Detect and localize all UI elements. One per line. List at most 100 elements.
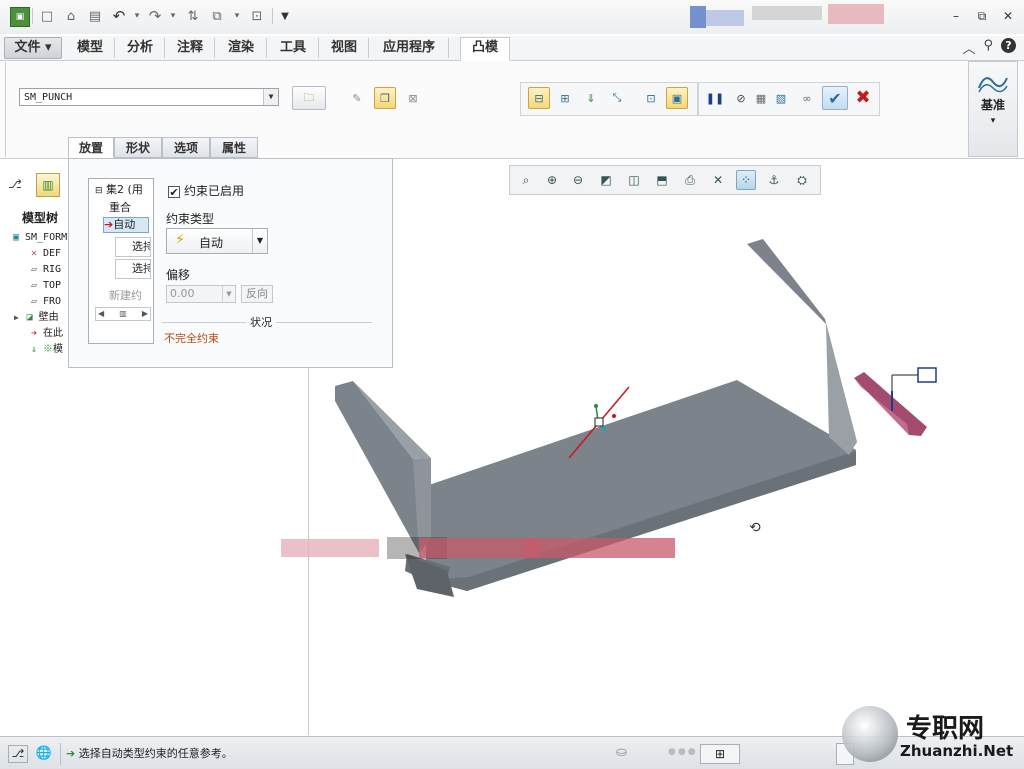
checkbox-checked-icon[interactable]: ✔ [168,185,180,198]
reference-model-select[interactable]: SM_PUNCH ▼ [19,88,279,106]
cancel-button[interactable]: ✖ [852,86,874,108]
tree-toggle-icon[interactable]: ⎇ [8,745,28,763]
restore-icon[interactable]: ⧉ [974,8,990,24]
tab-punch[interactable]: 凸模 [460,37,510,61]
no-preview-icon[interactable]: ⊘ [730,87,752,109]
offset-dropdown-icon[interactable]: ▼ [222,286,235,302]
saved-orientations-icon[interactable]: ⬒ [652,170,672,190]
redo-menu-icon[interactable]: ▾ [164,7,182,25]
close-icon[interactable]: ✕ [1000,8,1016,24]
new-icon[interactable]: □ [38,7,56,25]
tree-item[interactable]: ▶ ◪ 壁由 [14,311,59,325]
edit-model-icon[interactable]: ✎ [346,87,368,109]
tab-view[interactable]: 视图 [320,38,369,58]
undo-icon[interactable]: ↶ [110,7,128,25]
datum-display-icon[interactable]: ✕ [708,170,728,190]
zoom-in-icon[interactable]: ⊕ [542,170,562,190]
dropdown-arrow-icon[interactable]: ▼ [252,229,267,253]
search-icon[interactable]: ⚲ [983,38,993,57]
constraint-name[interactable]: 重合 [109,199,131,215]
tab-tools[interactable]: 工具 [268,38,319,58]
tab-render[interactable]: 渲染 [216,38,267,58]
constraint-enabled-checkbox[interactable]: ✔ 约束已启用 [168,182,244,199]
constraint-set-item[interactable]: ⊟ 集2 (用 [95,181,143,197]
selection-filter-button[interactable]: ⊞ [700,744,740,764]
app-icon[interactable]: ▣ [10,7,30,27]
zoom-out-icon[interactable]: ⊖ [568,170,588,190]
component-drag-icon[interactable]: ⁘ [736,170,756,190]
open-folder-button[interactable]: 🗀 [292,86,326,110]
minimize-ribbon-icon[interactable]: ︿ [962,38,975,57]
regenerate-icon[interactable]: ⇅ [184,7,202,25]
annotation-display-icon[interactable]: ⛭ [792,170,812,190]
tree-item[interactable]: ▱ RIG [28,263,61,277]
undo-menu-icon[interactable]: ▾ [128,7,146,25]
windows-menu-icon[interactable]: ▾ [228,7,246,25]
minimize-icon[interactable]: – [948,8,964,24]
pause-icon[interactable]: ❚❚ [704,87,726,109]
glasses-icon[interactable]: ∞ [796,87,818,109]
reverse-button[interactable]: 反向 [241,285,273,303]
verify-icon[interactable]: ▧ [770,87,792,109]
separate-window-icon[interactable]: ⊡ [640,87,662,109]
offset-field[interactable]: 0.00 ▼ [166,285,236,303]
dropdown-arrow-icon[interactable]: ▼ [263,89,278,105]
main-window-icon[interactable]: ▣ [666,87,688,109]
window-controls: – ⧉ ✕ [948,8,1016,24]
open-icon[interactable]: ⌂ [62,7,80,25]
list-scrollbar[interactable]: ◀ ▥ ▶ [95,307,151,321]
graphics-area[interactable]: ⟲ [281,159,1024,735]
tree-item[interactable]: ✕ DEF [28,247,61,261]
tree-structure-icon[interactable]: ⎇ [8,177,22,191]
constraint-type-select[interactable]: ⚡ 自动 ▼ [166,228,268,254]
redo-icon[interactable]: ↷ [146,7,164,25]
datum-icon [978,77,1008,93]
tab-analysis[interactable]: 分析 [116,38,165,58]
refit-icon[interactable]: ⌕ [516,170,536,190]
component-placement-icon[interactable]: ⊟ [528,87,550,109]
layer-tree-icon[interactable]: ▥ [36,173,60,197]
save-icon[interactable]: ▤ [86,7,104,25]
tree-item[interactable]: ▣ SM_FORM [10,231,67,245]
tree-item[interactable]: ➔ 在此 [28,327,63,341]
csys-marker[interactable] [917,367,937,383]
select-reference-1[interactable]: 选持 [115,237,151,257]
tab-annotate[interactable]: 注释 [166,38,215,58]
tab-options[interactable]: 选项 [162,137,210,158]
tree-item[interactable]: ▱ TOP [28,279,61,293]
new-constraint[interactable]: 新建约 [109,287,153,303]
component-window-icon[interactable]: ⊞ [554,87,576,109]
tree-item[interactable]: ▱ FRO [28,295,61,309]
browser-toggle-icon[interactable]: 🌐 [34,745,54,763]
select-reference-2[interactable]: 选持 [115,259,151,279]
model-3d-view[interactable]: ⟲ [309,159,1024,735]
tree-item[interactable]: ⇓ ※模 [28,343,63,357]
tab-model[interactable]: 模型 [66,38,115,58]
help-icon[interactable]: ? [1001,38,1016,53]
graphics-toolbar: ⌕ ⊕ ⊖ ◩ ◫ ⬒ ⎙ ✕ ⁘ ⚓ ⛭ [509,165,821,195]
punch-icon: ⇓ [30,344,38,355]
repaint-icon[interactable]: ◩ [596,170,616,190]
flip-icon[interactable]: ⤡ [606,87,628,109]
close-window-icon[interactable]: ⊡ [248,7,266,25]
datum-menu-icon[interactable]: ▾ [969,116,1017,126]
tab-applications[interactable]: 应用程序 [370,38,449,58]
customize-icon[interactable]: ▼ [276,7,294,25]
datum-button[interactable]: 基准 ▾ [968,61,1018,157]
model-tree-title: 模型树 [22,211,59,225]
show-model-icon[interactable]: ❐ [374,87,396,109]
windows-icon[interactable]: ⧉ [208,7,226,25]
tab-placement[interactable]: 放置 [68,137,114,158]
ok-button[interactable]: ✔ [822,86,848,110]
regen-status-icon[interactable]: ⛀ [616,745,627,760]
preview-icon[interactable]: ▦ [750,87,772,109]
spin-center-icon[interactable]: ⚓ [764,170,784,190]
constraint-item[interactable]: ➔自动 [103,217,149,233]
view-manager-icon[interactable]: ⎙ [680,170,700,190]
punch-direction-icon[interactable]: ⇓ [580,87,602,109]
display-style-icon[interactable]: ◫ [624,170,644,190]
remove-model-icon[interactable]: ⊠ [402,87,424,109]
tab-properties[interactable]: 属性 [210,137,258,158]
tab-file[interactable]: 文件 ▾ [4,37,62,59]
tab-shape[interactable]: 形状 [114,137,162,158]
